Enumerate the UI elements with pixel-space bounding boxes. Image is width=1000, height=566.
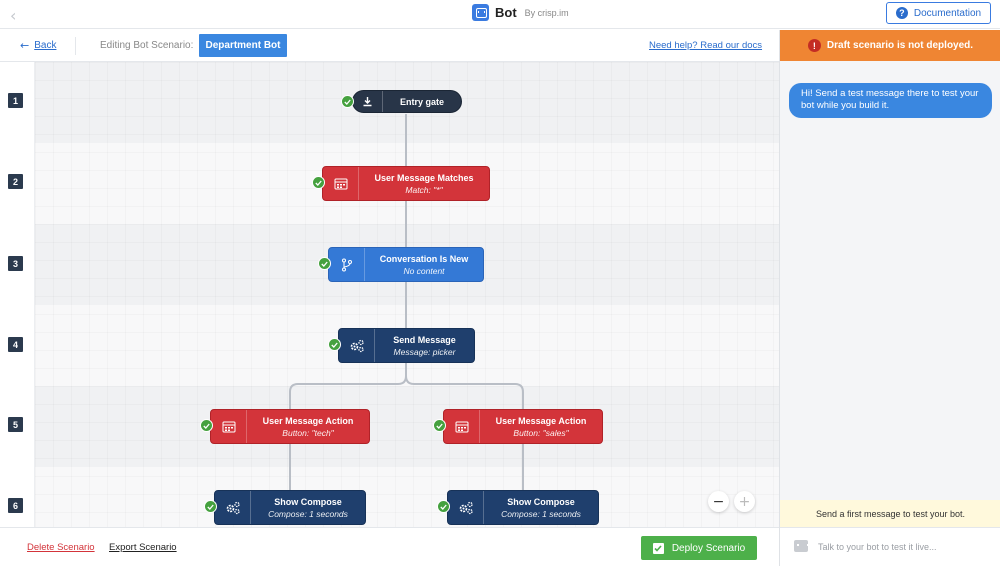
node-user-message-matches[interactable]: User Message Matches Match: "*" [322, 166, 490, 201]
editing-label: Editing Bot Scenario: [100, 40, 194, 51]
chevron-left-icon[interactable]: ‹ [10, 6, 16, 25]
node-entry-gate[interactable]: Entry gate [352, 90, 462, 113]
bot-chat-icon [794, 540, 809, 552]
node-title: Entry gate [399, 96, 444, 107]
check-icon [204, 500, 217, 513]
node-body: Entry gate [383, 91, 461, 112]
node-title: User Message Action [495, 415, 587, 426]
deploy-label: Deploy Scenario [671, 542, 746, 554]
node-title: Conversation Is New [379, 253, 469, 264]
node-title: User Message Matches [374, 172, 474, 183]
check-icon [200, 419, 213, 432]
documentation-button[interactable]: ? Documentation [886, 2, 991, 24]
warning-icon: ! [807, 39, 821, 52]
check-icon [433, 419, 446, 432]
node-subtitle: Message: picker [393, 346, 456, 357]
check-icon [341, 95, 354, 108]
node-body: User Message Matches Match: "*" [359, 167, 489, 200]
node-title: Send Message [393, 334, 456, 345]
node-body: Conversation Is New No content [365, 248, 483, 281]
test-message-input[interactable] [818, 539, 993, 555]
node-subtitle: Button: "tech" [282, 427, 334, 438]
node-title: Show Compose [274, 496, 342, 507]
app-name: Bot [495, 5, 517, 20]
node-subtitle: Button: "sales" [513, 427, 569, 438]
checkbox-icon [652, 542, 664, 554]
connector-line [289, 363, 407, 409]
app-title: Bot By crisp.im [472, 4, 569, 21]
node-user-message-action-sales[interactable]: User Message Action Button: "sales" [443, 409, 603, 444]
message-composer [780, 527, 1000, 566]
bot-message-bubble: Hi! Send a test message there to test yo… [789, 83, 992, 118]
branch-icon [329, 248, 365, 281]
zoom-out-button[interactable]: − [708, 491, 729, 512]
node-user-message-action-tech[interactable]: User Message Action Button: "tech" [210, 409, 370, 444]
node-show-compose-right[interactable]: Show Compose Compose: 1 seconds [447, 490, 599, 525]
connector-line [405, 375, 524, 409]
node-subtitle: Compose: 1 seconds [501, 508, 581, 519]
top-bar: ‹ Bot By crisp.im ? Documentation [0, 0, 1000, 29]
node-subtitle: No content [403, 265, 445, 276]
gears-icon [339, 329, 375, 362]
calendar-icon [444, 410, 480, 443]
bot-name-button[interactable]: Department Bot [199, 34, 287, 57]
test-hint-bar: Send a first message to test your bot. [780, 500, 1000, 527]
node-subtitle: Match: "*" [405, 184, 443, 195]
calendar-icon [323, 167, 359, 200]
draft-warning-banner: ! Draft scenario is not deployed. [780, 30, 1000, 61]
deploy-scenario-button[interactable]: Deploy Scenario [641, 536, 757, 560]
node-subtitle: Compose: 1 seconds [268, 508, 348, 519]
check-icon [328, 338, 341, 351]
node-body: Show Compose Compose: 1 seconds [251, 491, 365, 524]
node-conversation-is-new[interactable]: Conversation Is New No content [328, 247, 484, 282]
delete-scenario-link[interactable]: Delete Scenario [27, 542, 95, 553]
gears-icon [215, 491, 251, 524]
back-link[interactable]: ← Back [20, 39, 56, 52]
zoom-in-button[interactable]: + [734, 491, 755, 512]
calendar-icon [211, 410, 247, 443]
check-icon [318, 257, 331, 270]
help-icon: ? [895, 7, 908, 19]
download-icon [353, 91, 383, 112]
flow-connectors [289, 114, 524, 490]
test-panel: ! Draft scenario is not deployed. Hi! Se… [779, 30, 1000, 566]
bot-logo-icon [472, 4, 489, 21]
node-title: User Message Action [262, 415, 354, 426]
node-show-compose-left[interactable]: Show Compose Compose: 1 seconds [214, 490, 366, 525]
node-send-message[interactable]: Send Message Message: picker [338, 328, 475, 363]
help-docs-link[interactable]: Need help? Read our docs [649, 40, 762, 51]
header-divider [75, 37, 76, 55]
editor-footer: Delete Scenario Export Scenario Deploy S… [0, 527, 779, 566]
node-body: Send Message Message: picker [375, 329, 474, 362]
draft-warning-text: Draft scenario is not deployed. [826, 40, 974, 51]
check-icon [312, 176, 325, 189]
editor-header: ← Back Editing Bot Scenario: Department … [0, 30, 779, 62]
node-body: User Message Action Button: "tech" [247, 410, 369, 443]
arrow-left-icon: ← [20, 39, 30, 52]
back-label: Back [34, 40, 57, 51]
documentation-label: Documentation [913, 7, 982, 19]
node-title: Show Compose [507, 496, 575, 507]
app-by-label: By crisp.im [524, 7, 569, 18]
node-body: Show Compose Compose: 1 seconds [484, 491, 598, 524]
scenario-canvas[interactable]: 1 2 3 4 5 6 Entry gate User Message Matc… [0, 62, 779, 527]
check-icon [437, 500, 450, 513]
node-body: User Message Action Button: "sales" [480, 410, 602, 443]
export-scenario-link[interactable]: Export Scenario [109, 542, 177, 553]
gears-icon [448, 491, 484, 524]
